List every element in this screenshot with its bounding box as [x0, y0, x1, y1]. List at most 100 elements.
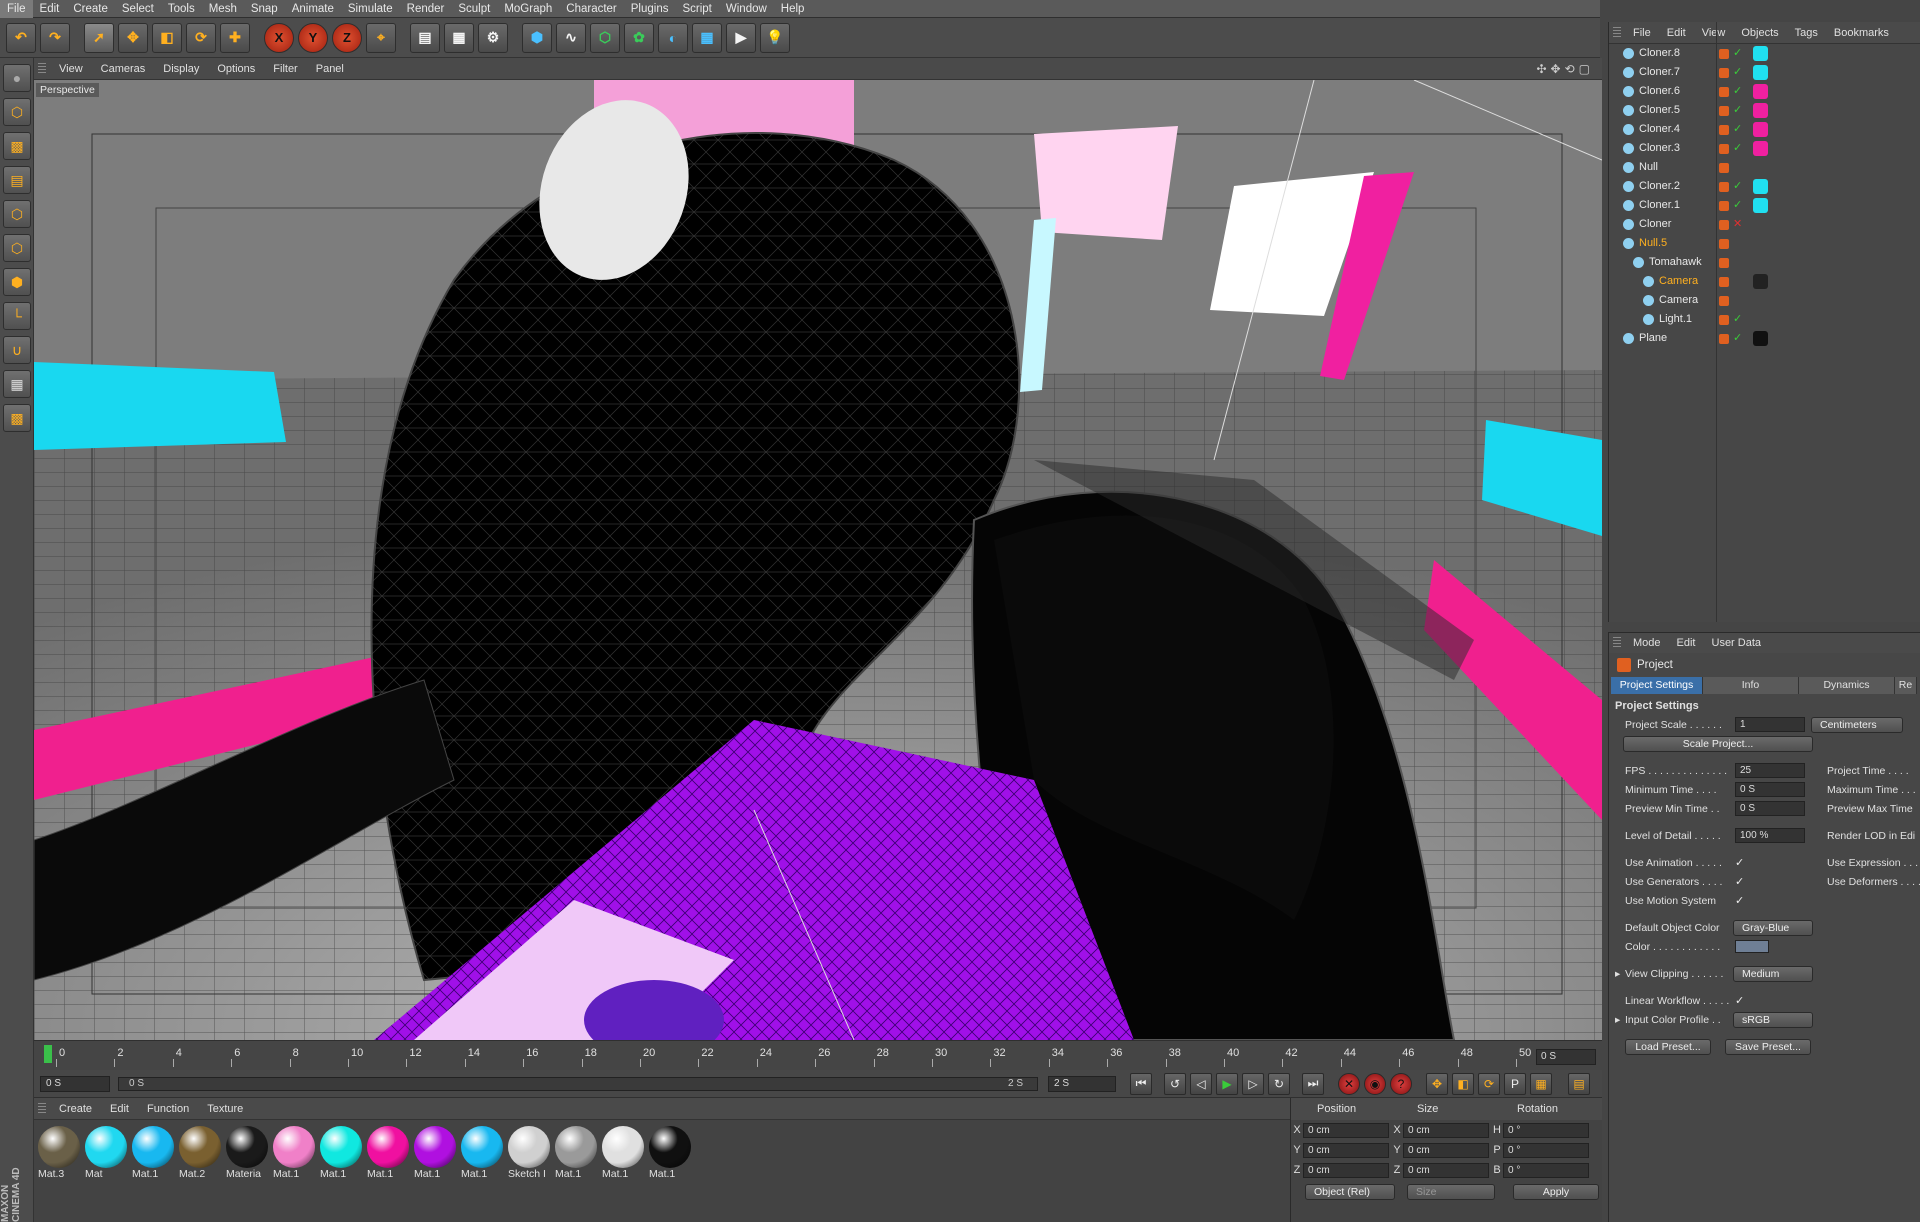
use-animation-checkbox[interactable]: ✓	[1735, 856, 1744, 869]
material-menu-edit[interactable]: Edit	[101, 1103, 138, 1115]
use-motion-checkbox[interactable]: ✓	[1735, 894, 1744, 907]
material-tag-icon[interactable]	[1753, 103, 1768, 118]
magnet-icon[interactable]: ∪	[3, 336, 31, 364]
layer-dot-icon[interactable]	[1719, 163, 1729, 173]
object-menu-edit[interactable]: Edit	[1659, 27, 1694, 39]
menu-script[interactable]: Script	[675, 0, 718, 18]
z-axis-lock-button[interactable]: Z	[332, 22, 362, 53]
material-tag-icon[interactable]	[1753, 274, 1768, 289]
linear-workflow-checkbox[interactable]: ✓	[1735, 994, 1744, 1007]
load-preset-button[interactable]: Load Preset...	[1625, 1039, 1711, 1055]
move-tool-button[interactable]: ✥	[118, 22, 148, 53]
tab-project-settings[interactable]: Project Settings	[1611, 677, 1703, 694]
material-swatch[interactable]: Mat.1	[365, 1126, 411, 1180]
layer-dot-icon[interactable]	[1719, 334, 1729, 344]
panel-grip-icon[interactable]	[1613, 26, 1621, 39]
menu-sculpt[interactable]: Sculpt	[451, 0, 497, 18]
keyframe-selection-icon[interactable]: ?	[1390, 1072, 1412, 1095]
start-time-field[interactable]: 0 S	[40, 1075, 110, 1092]
attribute-menu-edit[interactable]: Edit	[1669, 637, 1704, 649]
go-to-start-button[interactable]: ⏮	[1130, 1072, 1152, 1095]
undo-button[interactable]: ↶	[6, 22, 36, 53]
key-position-icon[interactable]: ✥	[1426, 1072, 1448, 1095]
default-color-dropdown[interactable]: Gray-Blue	[1733, 920, 1813, 936]
y-axis-lock-button[interactable]: Y	[298, 22, 328, 53]
layer-dot-icon[interactable]	[1719, 87, 1729, 97]
material-menu-create[interactable]: Create	[50, 1103, 101, 1115]
menu-simulate[interactable]: Simulate	[341, 0, 400, 18]
material-tag-icon[interactable]	[1753, 141, 1768, 156]
material-swatch[interactable]: Sketch I	[506, 1126, 552, 1180]
object-menu-bookmarks[interactable]: Bookmarks	[1826, 27, 1897, 39]
material-swatch[interactable]: Mat.2	[177, 1126, 223, 1180]
material-swatch[interactable]: Mat.1	[553, 1126, 599, 1180]
input-profile-dropdown[interactable]: sRGB	[1733, 1012, 1813, 1028]
material-swatch[interactable]: Mat.1	[130, 1126, 176, 1180]
points-mode-icon[interactable]: ⬡	[3, 200, 31, 228]
menu-plugins[interactable]: Plugins	[624, 0, 676, 18]
rotation-input[interactable]: 0 °	[1503, 1122, 1589, 1138]
layer-dot-icon[interactable]	[1719, 296, 1729, 306]
object-row[interactable]: Plane ✓	[1609, 329, 1920, 348]
material-swatch[interactable]: Mat.1	[647, 1126, 693, 1180]
light-button[interactable]: 💡	[760, 22, 790, 53]
menu-render[interactable]: Render	[400, 0, 452, 18]
preview-min-input[interactable]: 0 S	[1735, 801, 1805, 816]
enabled-check-icon[interactable]: ✓	[1733, 84, 1742, 97]
prev-frame-button[interactable]: ◁	[1190, 1072, 1212, 1095]
attribute-menu-user-data[interactable]: User Data	[1704, 637, 1770, 649]
menu-create[interactable]: Create	[66, 0, 115, 18]
3d-viewport[interactable]: Perspective	[34, 80, 1602, 1040]
x-axis-lock-button[interactable]: X	[264, 22, 294, 53]
coordinate-size-dropdown[interactable]: Size	[1407, 1184, 1495, 1200]
nurbs-button[interactable]: ⬡	[590, 22, 620, 53]
edges-mode-icon[interactable]: ⬡	[3, 234, 31, 262]
cube-primitive-button[interactable]: ⬢	[522, 22, 552, 53]
object-row[interactable]: Null	[1609, 158, 1920, 177]
material-swatch[interactable]: Mat.3	[36, 1126, 82, 1180]
menu-mograph[interactable]: MoGraph	[497, 0, 559, 18]
save-preset-button[interactable]: Save Preset...	[1725, 1039, 1811, 1055]
panel-grip-icon[interactable]	[1613, 637, 1621, 649]
layer-dot-icon[interactable]	[1719, 315, 1729, 325]
object-row[interactable]: Null.5	[1609, 234, 1920, 253]
tab-referencing[interactable]: Re	[1895, 677, 1917, 694]
select-arrow-button[interactable]: ➚	[84, 22, 114, 53]
use-generators-checkbox[interactable]: ✓	[1735, 875, 1744, 888]
object-row[interactable]: Light.1 ✓	[1609, 310, 1920, 329]
size-input[interactable]: 0 cm	[1403, 1122, 1489, 1138]
enabled-check-icon[interactable]: ✓	[1733, 122, 1742, 135]
viewport-menu-filter[interactable]: Filter	[264, 63, 306, 75]
key-point-level-icon[interactable]: ▦	[1530, 1072, 1552, 1095]
scale-unit-dropdown[interactable]: Centimeters	[1811, 717, 1903, 733]
object-row[interactable]: Cloner.2 ✓	[1609, 177, 1920, 196]
key-scale-icon[interactable]: ◧	[1452, 1072, 1474, 1095]
layer-dot-icon[interactable]	[1719, 144, 1729, 154]
sculpt-brush-icon[interactable]: ●	[3, 64, 31, 92]
object-row[interactable]: Camera	[1609, 291, 1920, 310]
enable-snap-icon[interactable]: ▦	[3, 370, 31, 398]
object-row[interactable]: Cloner.4 ✓	[1609, 120, 1920, 139]
material-tag-icon[interactable]	[1753, 46, 1768, 61]
material-swatch[interactable]: Mat.1	[459, 1126, 505, 1180]
render-picture-button[interactable]: ▦	[444, 22, 474, 53]
apply-button[interactable]: Apply	[1513, 1184, 1599, 1200]
viewport-menu-display[interactable]: Display	[154, 63, 208, 75]
material-swatch[interactable]: Mat.1	[271, 1126, 317, 1180]
enabled-check-icon[interactable]: ✓	[1733, 65, 1742, 78]
rotate-tool-button[interactable]: ⟳	[186, 22, 216, 53]
viewport-menu-panel[interactable]: Panel	[307, 63, 353, 75]
size-input[interactable]: 0 cm	[1403, 1162, 1489, 1178]
texture-mode-icon[interactable]: ▩	[3, 132, 31, 160]
viewport-menu-view[interactable]: View	[50, 63, 92, 75]
enabled-check-icon[interactable]: ✓	[1733, 179, 1742, 192]
object-row[interactable]: Tomahawk	[1609, 253, 1920, 272]
object-row[interactable]: Cloner.6 ✓	[1609, 82, 1920, 101]
move-all-button[interactable]: ✚	[220, 22, 250, 53]
view-clipping-dropdown[interactable]: Medium	[1733, 966, 1813, 982]
rotation-input[interactable]: 0 °	[1503, 1142, 1589, 1158]
preview-range-slider[interactable]: 0 S 2 S	[118, 1076, 1038, 1091]
axis-mode-icon[interactable]: └	[3, 302, 31, 330]
layer-dot-icon[interactable]	[1719, 258, 1729, 268]
coordinate-system-button[interactable]: ⌖	[366, 22, 396, 53]
